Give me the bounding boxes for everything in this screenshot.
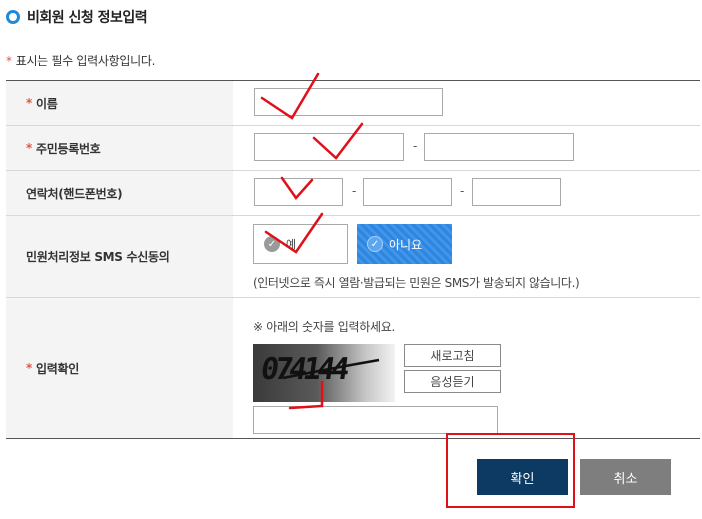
sms-label-cell: 민원처리정보 SMS 수신동의 — [6, 216, 233, 297]
sms-consent-row: 민원처리정보 SMS 수신동의 ✓ 예 ✓ 아니요 (인터넷으로 즉시 열람·발… — [6, 216, 700, 298]
phone-label-cell: 연락처(핸드폰번호) — [6, 171, 233, 215]
check-icon: ✓ — [367, 236, 383, 252]
phone-part3-input[interactable] — [472, 178, 561, 206]
name-input[interactable] — [254, 88, 443, 116]
sms-yes-radio[interactable]: ✓ 예 — [253, 224, 348, 264]
rrn-front-input[interactable] — [254, 133, 404, 161]
check-icon: ✓ — [264, 236, 280, 252]
name-row: * 이름 — [6, 81, 700, 126]
page-header: 비회원 신청 정보입력 — [6, 7, 148, 27]
captcha-label-cell: * 입력확인 — [6, 298, 233, 438]
applicant-form: * 이름 * 주민등록번호 - 연락처(핸드폰번호) - - 민원처리정보 SM… — [6, 80, 700, 439]
rrn-dash: - — [413, 139, 418, 153]
highlight-box-annotation — [446, 433, 575, 508]
required-star-icon: * — [26, 361, 32, 375]
captcha-refresh-button[interactable]: 새로고침 — [404, 344, 501, 367]
sms-note: (인터넷으로 즉시 열람·발급되는 민원은 SMS가 발송되지 않습니다.) — [253, 276, 580, 290]
phone-label: 연락처(핸드폰번호) — [26, 186, 123, 201]
phone-part2-input[interactable] — [363, 178, 452, 206]
phone-part1-input[interactable] — [254, 178, 343, 206]
required-note: * 표시는 필수 입력사항입니다. — [6, 52, 155, 69]
required-note-text: 표시는 필수 입력사항입니다. — [15, 54, 156, 68]
captcha-noise-line — [282, 358, 380, 380]
sms-label: 민원처리정보 SMS 수신동의 — [26, 250, 170, 264]
phone-dash-1: - — [352, 184, 357, 198]
name-label: 이름 — [35, 96, 58, 111]
captcha-instruction: ※ 아래의 숫자를 입력하세요. — [253, 320, 395, 334]
rrn-label-cell: * 주민등록번호 — [6, 126, 233, 170]
page-title: 비회원 신청 정보입력 — [27, 10, 148, 26]
phone-row: 연락처(핸드폰번호) - - — [6, 171, 700, 216]
required-star-icon: * — [26, 96, 32, 110]
captcha-input[interactable] — [253, 406, 498, 434]
name-label-cell: * 이름 — [6, 81, 233, 125]
circle-bullet-icon — [6, 10, 20, 24]
captcha-row: * 입력확인 ※ 아래의 숫자를 입력하세요. 074144 새로고침 음성듣기 — [6, 298, 700, 439]
sms-no-radio[interactable]: ✓ 아니요 — [357, 224, 452, 264]
captcha-label: 입력확인 — [35, 361, 79, 376]
required-star-icon: * — [26, 141, 32, 155]
sms-no-label: 아니요 — [389, 237, 423, 252]
rrn-row: * 주민등록번호 - — [6, 126, 700, 171]
sms-yes-label: 예 — [286, 238, 297, 251]
rrn-back-input[interactable] — [424, 133, 574, 161]
required-star-icon: * — [6, 54, 12, 68]
captcha-image: 074144 — [253, 344, 395, 402]
rrn-label: 주민등록번호 — [35, 141, 101, 156]
phone-dash-2: - — [460, 184, 465, 198]
captcha-audio-button[interactable]: 음성듣기 — [404, 370, 501, 393]
cancel-button[interactable]: 취소 — [580, 459, 671, 495]
